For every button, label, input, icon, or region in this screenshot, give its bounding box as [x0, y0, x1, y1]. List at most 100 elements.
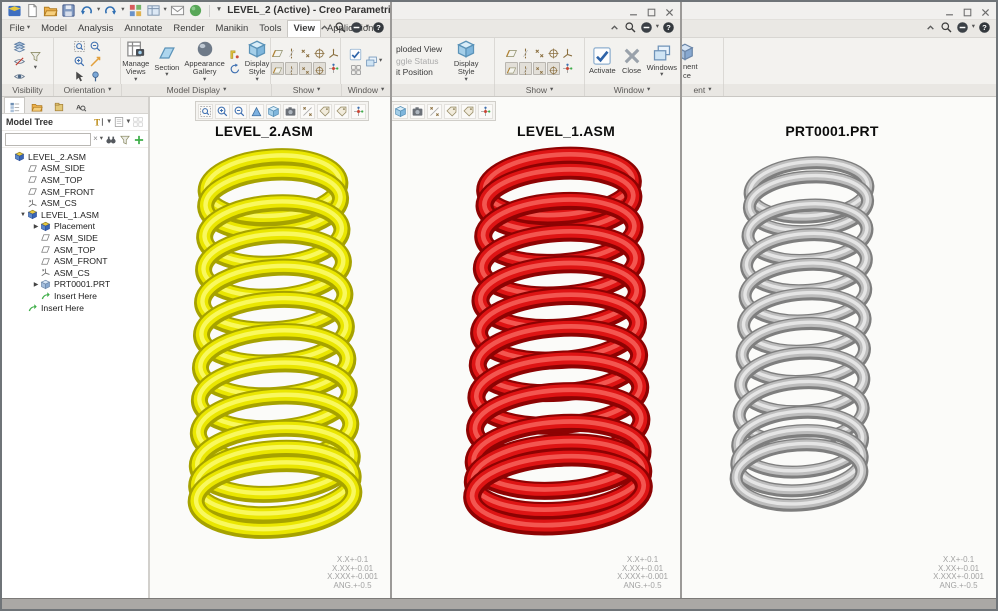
repaint-icon[interactable]	[249, 103, 264, 119]
window-close-icon[interactable]	[664, 5, 675, 17]
find-icon[interactable]	[105, 133, 117, 145]
tab-file[interactable]: File ▾	[4, 21, 36, 38]
help-icon[interactable]: ?	[662, 21, 675, 34]
titlebar-level1[interactable]	[392, 2, 680, 20]
spring-model-yellow[interactable]	[150, 97, 390, 598]
chevron-down-icon[interactable]: ▾	[97, 7, 100, 14]
titlebar-level2[interactable]: ▾ ▾ ▾ ▼ LEVEL_2 (Active) - Creo Parametric	[2, 2, 390, 20]
clear-search-icon[interactable]: ×	[93, 135, 98, 143]
tree-format-icon[interactable]: T	[93, 116, 105, 128]
manage-views-button[interactable]: Manage Views ▾	[121, 39, 150, 83]
datum-target-display-icon[interactable]	[547, 47, 560, 60]
chevron-down-icon[interactable]: ▾	[34, 65, 37, 72]
zoom-out-icon[interactable]	[232, 103, 247, 119]
zoom-refit-icon[interactable]	[198, 103, 213, 119]
edit-position-label[interactable]: it Position	[396, 68, 442, 77]
windows-button[interactable]: Windows ▾	[646, 39, 678, 83]
spring-model-red[interactable]	[392, 97, 680, 598]
chevron-down-icon[interactable]: ▾	[121, 7, 124, 14]
tab-search[interactable]: A	[70, 98, 91, 113]
zoom-in-icon[interactable]	[73, 55, 86, 68]
help-icon[interactable]: ?	[978, 21, 991, 34]
model-tree-search-input[interactable]	[5, 132, 92, 146]
new-file-icon[interactable]	[25, 3, 40, 18]
group-label-show[interactable]: Show ▾	[272, 84, 342, 96]
view-manager-icon[interactable]	[146, 3, 161, 18]
window-minimize-icon[interactable]	[628, 5, 639, 16]
saved-views-camera-icon[interactable]	[410, 103, 425, 119]
spin-center-icon[interactable]	[478, 103, 493, 119]
windows-menu-icon[interactable]	[365, 55, 378, 68]
save-icon[interactable]	[61, 3, 76, 18]
activate-window-icon[interactable]	[349, 48, 362, 61]
redo-icon[interactable]	[103, 3, 118, 18]
tab-folder-browser[interactable]	[26, 98, 47, 113]
tree-filters-icon[interactable]	[113, 116, 125, 128]
datum-point-tag-icon[interactable]	[533, 62, 546, 75]
spring-model-gray[interactable]	[682, 97, 996, 598]
window-maximize-icon[interactable]	[646, 5, 657, 17]
tree-item-asm-front[interactable]: ASM_FRONT	[2, 255, 148, 267]
title-caret-icon[interactable]: ▼	[216, 7, 222, 14]
layer-tree-icon[interactable]	[13, 40, 26, 53]
command-search-icon[interactable]	[940, 21, 953, 34]
datum-target-tag-icon[interactable]	[547, 62, 560, 75]
datum-axis-tag-icon[interactable]	[285, 62, 299, 75]
chevron-down-icon[interactable]: ▾	[656, 24, 659, 31]
exploded-view-label[interactable]: ploded View	[396, 45, 442, 54]
tree-item-asm-front[interactable]: ASM_FRONT	[2, 186, 148, 198]
ribbon-collapse-icon[interactable]	[924, 21, 937, 34]
tab-favorites[interactable]	[48, 98, 69, 113]
tree-item-prt0001-prt[interactable]: ▶ PRT0001.PRT	[2, 279, 148, 291]
hide-icon[interactable]	[13, 55, 26, 68]
tree-item-insert-here[interactable]: Insert Here	[2, 290, 148, 302]
datum-display-filter-icon[interactable]	[427, 103, 442, 119]
scene-setup-icon[interactable]	[229, 48, 241, 60]
window-minimize-icon[interactable]	[944, 5, 955, 16]
datum-axis-display-icon[interactable]	[285, 47, 298, 60]
activate-button[interactable]: Activate	[587, 39, 618, 83]
annotation-display-icon[interactable]	[317, 103, 332, 119]
tab-manikin[interactable]: Manikin	[210, 21, 254, 38]
tree-item-asm-side[interactable]: ASM_SIDE	[2, 232, 148, 244]
group-label-orientation[interactable]: Orientation ▾	[54, 84, 122, 96]
datum-target-display-icon[interactable]	[313, 47, 326, 60]
group-label-window[interactable]: Window ▾	[342, 84, 390, 96]
command-search-icon[interactable]	[624, 21, 637, 34]
tree-expand-right-icon[interactable]: ▶	[32, 281, 40, 288]
datum-plane-tag-icon[interactable]	[505, 62, 518, 75]
expand-all-icon[interactable]	[133, 133, 145, 145]
chevron-down-icon[interactable]: ▾	[127, 118, 130, 126]
chevron-down-icon[interactable]: ▾	[164, 7, 167, 14]
annotation-display-icon[interactable]	[444, 103, 459, 119]
datum-target-tag-icon[interactable]	[313, 62, 327, 75]
tree-item-level-2-asm[interactable]: LEVEL_2.ASM	[2, 151, 148, 163]
tab-render[interactable]: Render	[168, 21, 210, 38]
filter-icon[interactable]	[119, 133, 131, 145]
tree-columns-icon[interactable]	[132, 116, 144, 128]
window-close-icon[interactable]	[980, 5, 991, 17]
ribbon-collapse-icon[interactable]	[318, 21, 331, 34]
tab-analysis[interactable]: Analysis	[72, 21, 118, 38]
display-style-button[interactable]: Display Style ▾	[244, 39, 271, 83]
saved-views-camera-icon[interactable]	[283, 103, 298, 119]
regenerate-icon[interactable]	[128, 3, 143, 18]
tree-item-placement[interactable]: ▶ Placement	[2, 221, 148, 233]
section-button[interactable]: Section ▾	[153, 39, 180, 83]
show-tags-icon[interactable]	[461, 103, 476, 119]
chevron-down-icon[interactable]: ▾	[107, 118, 110, 126]
tab-tools[interactable]: Tools	[254, 21, 287, 38]
account-menu-icon[interactable]	[956, 21, 969, 34]
group-label-show[interactable]: Show ▾	[495, 84, 585, 96]
reorient-spin-icon[interactable]	[229, 62, 241, 74]
tree-item-asm-top[interactable]: ASM_TOP	[2, 174, 148, 186]
viewport-level2[interactable]: LEVEL_2.ASM X.X+-0.1 X.XX+-0.01 X.XXX+-0.0…	[150, 97, 390, 598]
previous-view-icon[interactable]	[89, 55, 102, 68]
tab-model-tree[interactable]	[4, 97, 25, 113]
datum-plane-display-icon[interactable]	[505, 47, 518, 60]
tree-item-level-1-asm[interactable]: ▼ LEVEL_1.ASM	[2, 209, 148, 221]
account-menu-icon[interactable]	[640, 21, 653, 34]
csys-display-icon[interactable]	[327, 47, 340, 60]
tree-item-asm-side[interactable]: ASM_SIDE	[2, 163, 148, 175]
chevron-down-icon[interactable]: ▾	[366, 24, 369, 31]
